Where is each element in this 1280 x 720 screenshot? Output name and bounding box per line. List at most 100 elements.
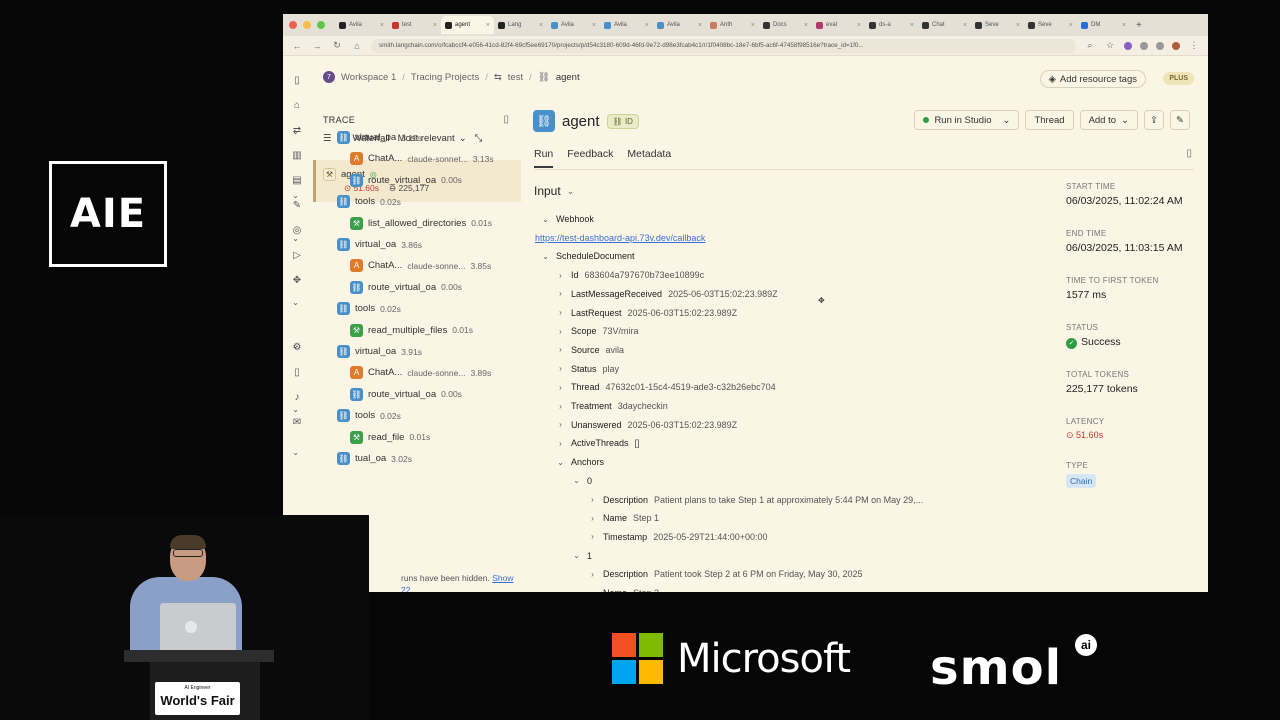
toggle-metadata-panel-icon[interactable]: ▯: [1186, 148, 1192, 159]
close-tab-icon[interactable]: ×: [1069, 22, 1073, 29]
breadcrumb-project[interactable]: test: [508, 72, 523, 83]
close-tab-icon[interactable]: ×: [380, 22, 384, 29]
tab-run[interactable]: Run: [534, 148, 554, 168]
collapse-all-icon[interactable]: ⤡: [475, 133, 483, 144]
close-tab-icon[interactable]: ×: [645, 22, 649, 29]
trace-row[interactable]: ⛓ virtual_oa 3.91s: [337, 345, 422, 358]
expand-chevron-icon[interactable]: ›: [588, 495, 597, 504]
tab-metadata[interactable]: Metadata: [627, 148, 671, 168]
expand-chevron-icon[interactable]: ›: [588, 532, 597, 541]
json-node[interactable]: › ActiveThreads []: [556, 438, 639, 448]
collapse-chevron-icon[interactable]: ⌄: [572, 476, 581, 485]
chevron-down-icon[interactable]: ⌄: [1002, 115, 1010, 126]
close-tab-icon[interactable]: ×: [804, 22, 808, 29]
expand-chevron-icon[interactable]: ⌄: [292, 191, 299, 200]
profile-avatar[interactable]: [1172, 41, 1180, 50]
sidebar-toggle-icon[interactable]: ▯: [290, 73, 304, 87]
monitoring-nav-icon[interactable]: ▥: [290, 148, 304, 162]
json-node[interactable]: ⌄ 1: [572, 551, 592, 561]
trace-row[interactable]: ⛓ route_virtual_oa 0.00s: [350, 173, 462, 187]
expand-chevron-icon[interactable]: ›: [588, 514, 597, 523]
json-node[interactable]: › Id 683604a797670b73ee10899c: [556, 270, 704, 280]
trace-row[interactable]: ⛓ tools 0.02s: [337, 409, 401, 423]
close-tab-icon[interactable]: ×: [433, 22, 437, 29]
close-tab-icon[interactable]: ×: [857, 22, 861, 29]
trace-row[interactable]: A ChatA... claude-sonne... 3.89s: [350, 366, 491, 380]
breadcrumb-run[interactable]: agent: [556, 72, 580, 83]
share-icon[interactable]: ⇪: [1144, 110, 1164, 130]
close-tab-icon[interactable]: ×: [698, 22, 702, 29]
extensions-puzzle-icon[interactable]: [1156, 41, 1164, 50]
json-node[interactable]: › Description Patient plans to take Step 1…: [588, 495, 923, 505]
extension-icon[interactable]: [1140, 41, 1148, 50]
browser-tab[interactable]: eval ×: [812, 16, 865, 34]
add-resource-tags-button[interactable]: ◈ Add resource tags: [1039, 70, 1146, 88]
tab-feedback[interactable]: Feedback: [567, 148, 613, 168]
expand-chevron-icon[interactable]: ›: [556, 383, 565, 392]
close-tab-icon[interactable]: ×: [592, 22, 596, 29]
close-window-button[interactable]: [289, 21, 297, 29]
studio-nav-icon[interactable]: ✥: [290, 273, 304, 287]
trace-row[interactable]: ⚒ read_file 0.01s: [350, 430, 430, 444]
browser-tab[interactable]: Avila ×: [653, 16, 706, 34]
browser-tab[interactable]: Chat ×: [918, 16, 971, 34]
collapse-chevron-icon[interactable]: ⌄: [541, 252, 550, 261]
collapse-panel-icon[interactable]: ▯: [503, 114, 509, 125]
new-tab-icon[interactable]: +: [1136, 20, 1142, 31]
json-node[interactable]: ⌄ 0: [572, 476, 592, 486]
json-node[interactable]: › LastMessageReceived 2025-06-03T15:02:23.…: [556, 289, 778, 299]
extension-icon[interactable]: [1124, 41, 1132, 50]
trace-row[interactable]: ⛓ virtual_oa 3.15s: [337, 131, 422, 144]
bookmark-star-icon[interactable]: ☆: [1104, 40, 1116, 51]
json-node[interactable]: › Scope 73V/mira: [556, 326, 638, 336]
browser-tab[interactable]: test ×: [388, 16, 441, 34]
browser-tab[interactable]: Lang ×: [494, 16, 547, 34]
browser-tab[interactable]: Anth ×: [706, 16, 759, 34]
collapse-chevron-icon[interactable]: ⌄: [541, 215, 550, 224]
browser-tab[interactable]: Avila ×: [547, 16, 600, 34]
browser-menu-icon[interactable]: ⋮: [1188, 40, 1200, 51]
trace-row[interactable]: ⛓ route_virtual_oa 0.00s: [350, 280, 462, 294]
close-tab-icon[interactable]: ×: [539, 22, 543, 29]
json-node[interactable]: › Name Step 2: [588, 588, 659, 592]
json-node[interactable]: ⌄ Anchors: [556, 457, 604, 467]
edit-icon[interactable]: ✎: [1170, 110, 1190, 130]
expand-chevron-icon[interactable]: ›: [556, 271, 565, 280]
trace-row[interactable]: ⛓ tual_oa 3.02s: [337, 452, 412, 465]
browser-tab[interactable]: Seve ×: [971, 16, 1024, 34]
browser-tab[interactable]: ds-a ×: [865, 16, 918, 34]
docs-icon[interactable]: ▯: [290, 365, 304, 379]
trace-row[interactable]: ⚒ list_allowed_directories 0.01s: [350, 216, 492, 230]
expand-chevron-icon[interactable]: ›: [556, 308, 565, 317]
collapse-chevron-icon[interactable]: ⌄: [556, 458, 565, 467]
notifications-icon[interactable]: ♪: [290, 390, 304, 404]
expand-chevron-icon[interactable]: ⌄: [292, 234, 299, 243]
json-node[interactable]: › Source avila: [556, 345, 624, 355]
expand-chevron-icon[interactable]: ›: [556, 402, 565, 411]
expand-chevron-icon[interactable]: ›: [556, 420, 565, 429]
json-node[interactable]: ⌄ Webhook: [541, 214, 594, 224]
json-node[interactable]: › Thread 47632c01-15c4-4519-ade3-c32b26ebc…: [556, 382, 776, 392]
collapse-chevron-icon[interactable]: ⌄: [572, 551, 581, 560]
json-node[interactable]: › Treatment 3daycheckin: [556, 401, 668, 411]
forward-icon[interactable]: →: [311, 41, 323, 51]
breadcrumb-workspace[interactable]: Workspace 1: [341, 72, 396, 83]
webhook-url-link[interactable]: https://test-dashboard-api.73v.dev/callb…: [535, 233, 705, 243]
browser-tab[interactable]: Seve ×: [1024, 16, 1077, 34]
json-node[interactable]: › Status play: [556, 364, 619, 374]
expand-chevron-icon[interactable]: ›: [556, 289, 565, 298]
trace-row[interactable]: ⛓ tools 0.02s: [337, 302, 401, 316]
json-node[interactable]: ⌄ ScheduleDocument: [541, 251, 634, 261]
expand-chevron-icon[interactable]: ⌄: [292, 127, 299, 136]
json-node[interactable]: › Unanswered 2025-06-03T15:02:23.989Z: [556, 420, 737, 430]
expand-chevron-icon[interactable]: ⌄: [292, 341, 299, 350]
home-nav-icon[interactable]: ⌂: [290, 98, 304, 112]
copy-id-button[interactable]: ⛓ ID: [606, 113, 639, 129]
trace-row[interactable]: ⛓ virtual_oa 3.86s: [337, 238, 422, 251]
maximize-window-button[interactable]: [317, 21, 325, 29]
expand-chevron-icon[interactable]: ›: [588, 589, 597, 593]
home-icon[interactable]: ⌂: [351, 41, 363, 51]
close-tab-icon[interactable]: ×: [1016, 22, 1020, 29]
json-node[interactable]: › LastRequest 2025-06-03T15:02:23.989Z: [556, 308, 737, 318]
close-tab-icon[interactable]: ×: [910, 22, 914, 29]
